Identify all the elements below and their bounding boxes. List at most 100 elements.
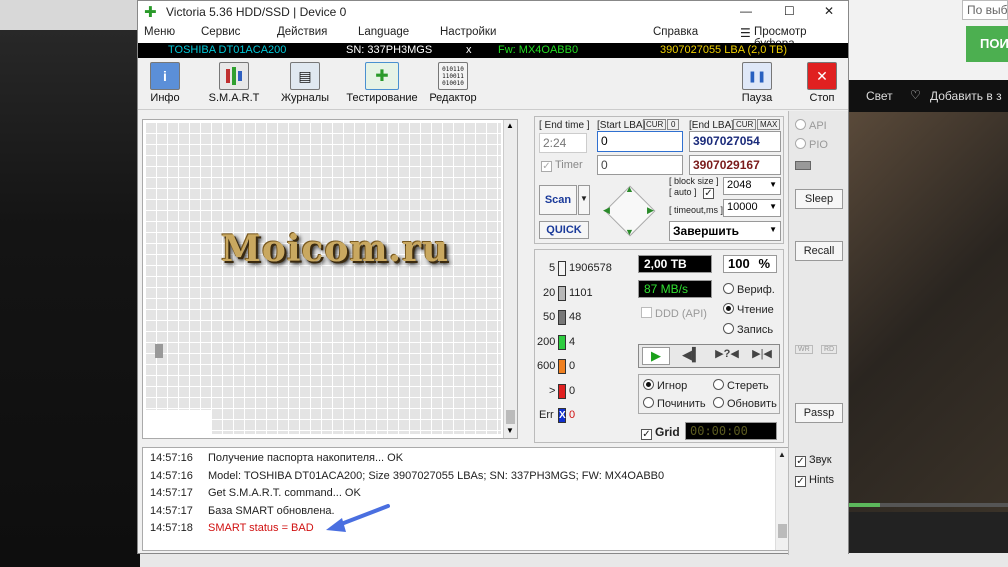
- stats-color-block: [558, 359, 566, 374]
- browser-search-button[interactable]: ПОИ: [966, 26, 1008, 62]
- passp-button[interactable]: Passp: [795, 403, 843, 423]
- read-radio[interactable]: Чтение: [723, 303, 774, 316]
- menu-item-service[interactable]: Сервис: [201, 26, 240, 38]
- stop-button[interactable]: ✕ Стоп: [802, 62, 842, 108]
- info-button[interactable]: i Инфо: [146, 62, 184, 108]
- log-scrollbar[interactable]: ▲: [775, 448, 788, 550]
- menu-item-menu[interactable]: Меню: [144, 26, 175, 38]
- menu-item-actions[interactable]: Действия: [277, 26, 327, 38]
- direction-pad[interactable]: ▲ ▼ ◀ ▶: [601, 183, 659, 239]
- scan-dropdown-icon[interactable]: ▼: [578, 185, 590, 215]
- scan-control-panel: [ End time ] 2:24 [Start LBA] CUR 0 0 [E…: [534, 116, 784, 244]
- log-row: 14:57:17 Get S.M.A.R.T. command... OK: [150, 487, 361, 499]
- percent-sign: %: [758, 256, 770, 271]
- end-time-label: [ End time ]: [539, 120, 590, 131]
- device-info-bar[interactable]: TOSHIBA DT01ACA200 SN: 337PH3MGS x Fw: M…: [138, 43, 848, 58]
- end-lba-input[interactable]: 3907027054: [689, 131, 781, 152]
- stats-row-label: 5: [549, 262, 556, 274]
- device-close-mark[interactable]: x: [466, 44, 472, 56]
- skip-unknown-icon[interactable]: ▶?◀: [713, 347, 741, 365]
- timer-checkbox[interactable]: ✓ Timer: [541, 159, 583, 172]
- refresh-label: Обновить: [727, 398, 777, 410]
- clipboard-icon[interactable]: ☰: [740, 26, 751, 40]
- map-scrollbar[interactable]: ▲ ▼: [503, 120, 517, 438]
- hints-checkbox[interactable]: ✓ Hints: [795, 474, 834, 487]
- logs-button-label: Журналы: [280, 92, 330, 104]
- arrow-down-icon[interactable]: ▼: [625, 227, 634, 237]
- sleep-button[interactable]: Sleep: [795, 189, 843, 209]
- skip-end-icon[interactable]: ▶|◀: [748, 347, 776, 365]
- scroll-thumb[interactable]: [506, 410, 515, 424]
- pause-button[interactable]: ❚❚ Пауза: [738, 62, 776, 108]
- recall-button[interactable]: Recall: [795, 241, 843, 261]
- start-lba-zero-button[interactable]: 0: [667, 119, 680, 130]
- scan-button[interactable]: Scan: [539, 185, 577, 215]
- start-lba-cur-button[interactable]: CUR: [643, 119, 667, 130]
- ddd-api-checkbox[interactable]: DDD (API): [641, 307, 707, 320]
- victoria-window: ✚ Victoria 5.36 HDD/SSD | Device 0 — ☐ ✕…: [137, 0, 849, 555]
- video-light-label[interactable]: Свет: [866, 89, 893, 103]
- play-icon[interactable]: ▶: [642, 347, 670, 365]
- editor-button[interactable]: 010110 110011 010010 Редактор: [428, 62, 478, 108]
- write-radio[interactable]: Запись: [723, 323, 773, 336]
- stats-row-count: 0: [569, 384, 576, 397]
- end-lba-max-button[interactable]: MAX: [757, 119, 781, 130]
- app-cross-icon: ✚: [144, 4, 157, 21]
- video-add-label[interactable]: Добавить в з: [930, 89, 1002, 103]
- maximize-button[interactable]: ☐: [784, 4, 795, 18]
- ignore-radio[interactable]: Игнор: [643, 379, 687, 392]
- stats-color-block: [558, 261, 566, 276]
- scroll-up-icon[interactable]: ▲: [778, 450, 786, 459]
- main-toolbar: i Инфо S.M.A.R.T ▤ Журналы ✚ Тестировани…: [138, 58, 848, 110]
- arrow-up-icon[interactable]: ▲: [625, 184, 634, 194]
- timeout-select[interactable]: 10000 ▼: [723, 199, 781, 217]
- annotation-arrow-icon: [326, 504, 390, 532]
- start-lba-input[interactable]: 0: [597, 131, 683, 152]
- rewind-icon[interactable]: ◀▍: [678, 347, 706, 365]
- scroll-up-icon[interactable]: ▲: [506, 121, 514, 130]
- read-label: Чтение: [737, 304, 774, 316]
- smart-bars-icon: [219, 62, 249, 90]
- pio-radio[interactable]: PIO: [795, 138, 828, 151]
- menu-item-help[interactable]: Справка: [653, 26, 698, 38]
- testing-button[interactable]: ✚ Тестирование: [346, 62, 418, 108]
- minimize-button[interactable]: —: [740, 4, 752, 18]
- sound-checkbox[interactable]: ✓ Звук: [795, 454, 832, 467]
- verify-radio[interactable]: Вериф.: [723, 283, 775, 296]
- device-model: TOSHIBA DT01ACA200: [168, 44, 287, 56]
- logs-button[interactable]: ▤ Журналы: [280, 62, 330, 108]
- menu-item-language[interactable]: Language: [358, 26, 409, 38]
- grid-checkbox[interactable]: ✓ Grid: [641, 425, 680, 440]
- close-button[interactable]: ✕: [824, 4, 834, 18]
- grid-label: Grid: [655, 425, 680, 439]
- slow-sector-block: [155, 344, 163, 358]
- chevron-down-icon: ▼: [769, 225, 777, 234]
- timer-label: Timer: [555, 159, 583, 171]
- repair-radio[interactable]: Починить: [643, 397, 706, 410]
- arrow-right-icon[interactable]: ▶: [647, 205, 654, 216]
- log-row: 14:57:16 Model: TOSHIBA DT01ACA200; Size …: [150, 470, 664, 482]
- logs-icon: ▤: [290, 62, 320, 90]
- scroll-down-icon[interactable]: ▼: [506, 426, 514, 435]
- log-scroll-thumb[interactable]: [778, 524, 787, 538]
- stats-row-count: 1101: [569, 286, 593, 299]
- log-message: Model: TOSHIBA DT01ACA200; Size 39070270…: [208, 469, 665, 482]
- auto-checkbox[interactable]: ✓: [703, 187, 717, 199]
- menu-item-settings[interactable]: Настройки: [440, 26, 496, 38]
- heart-icon[interactable]: ♡: [910, 88, 921, 102]
- end-lba-cur-button[interactable]: CUR: [733, 119, 757, 130]
- quick-button[interactable]: QUICK: [539, 221, 589, 239]
- status-indicator: [795, 161, 811, 170]
- refresh-radio[interactable]: Обновить: [713, 397, 777, 410]
- api-radio[interactable]: API: [795, 119, 827, 132]
- log-time: 14:57:17: [150, 504, 193, 517]
- block-size-select[interactable]: 2048 ▼: [723, 177, 781, 195]
- end-time-field[interactable]: 2:24: [539, 133, 587, 153]
- finish-action-select[interactable]: Завершить ▼: [669, 221, 781, 241]
- smart-button[interactable]: S.M.A.R.T: [208, 62, 260, 108]
- log-time: 14:57:17: [150, 487, 193, 499]
- erase-radio[interactable]: Стереть: [713, 379, 769, 392]
- arrow-left-icon[interactable]: ◀: [603, 205, 610, 216]
- browser-search-input[interactable]: По выб: [962, 0, 1008, 20]
- timer-field[interactable]: 0: [597, 155, 683, 175]
